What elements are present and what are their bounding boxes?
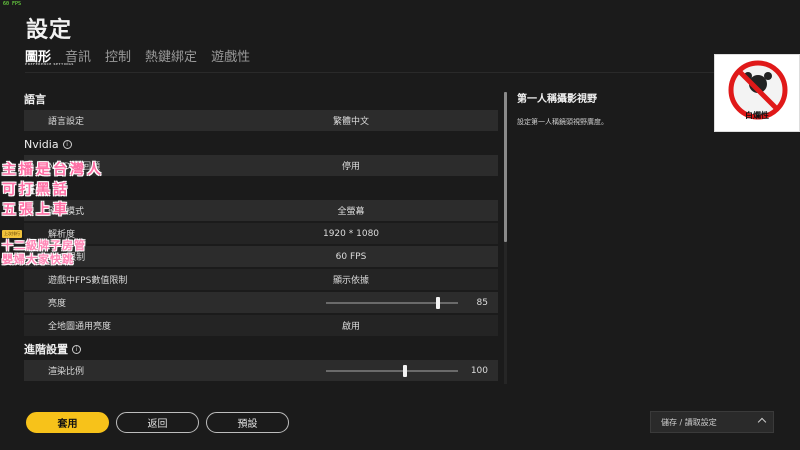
setting-label: 遊戲中FPS數值限制 xyxy=(48,276,128,286)
apply-button[interactable]: 套用 xyxy=(26,412,109,433)
setting-value: 繁體中文 xyxy=(332,117,369,127)
overlay-line-2: 可打黑話 xyxy=(2,182,70,198)
setting-value: 停用 xyxy=(341,162,360,172)
setting-label: 渲染比例 xyxy=(48,367,85,377)
description-text: 設定第一人稱鏡頭視野廣度。 xyxy=(517,118,608,126)
info-icon[interactable]: i xyxy=(72,344,81,354)
slider-track[interactable] xyxy=(326,364,458,377)
tab-divider xyxy=(25,72,785,73)
overlay-line-5: 嬰婦大家快跳 xyxy=(2,253,74,266)
default-button[interactable]: 預設 xyxy=(206,412,289,433)
fps-counter: 60 FPS xyxy=(3,1,22,7)
slider-thumb[interactable] xyxy=(403,364,408,377)
overlay-line-4: 十二級牌子房管 xyxy=(2,239,86,252)
setting-label: 亮度 xyxy=(48,299,67,309)
scrollbar-thumb[interactable] xyxy=(504,92,507,242)
setting-row-ingame-fps-limit[interactable]: 遊戲中FPS數值限制 顯示依據 xyxy=(24,269,498,290)
overlay-badge: 上次排行 xyxy=(2,230,22,238)
slider-value: 100 xyxy=(470,365,488,376)
tab-gameplay[interactable]: 遊戲性 xyxy=(211,46,250,73)
tab-graphics[interactable]: 圖形 PREFERENCE SETTINGS xyxy=(25,46,73,73)
page-title: 設定 xyxy=(26,18,73,43)
render-scale-slider[interactable]: 100 xyxy=(224,364,498,377)
setting-label: 全地圖通用亮度 xyxy=(48,322,112,332)
tab-controls[interactable]: 控制 xyxy=(105,46,131,73)
stream-logo-label: 白爛性 xyxy=(745,111,769,120)
overlay-line-1: 主播是台灣人 xyxy=(2,162,104,178)
section-title-nvidia-label: Nvidia xyxy=(24,137,59,151)
settings-scrollbar[interactable] xyxy=(504,92,507,384)
setting-row-language[interactable]: 語言設定 繁體中文 xyxy=(24,110,498,131)
info-icon[interactable]: i xyxy=(62,139,72,149)
slider-value: 85 xyxy=(476,297,488,308)
tab-audio[interactable]: 音訊 xyxy=(65,46,91,73)
section-title-advanced: 進階設置 i xyxy=(24,338,498,360)
setting-label: 語言設定 xyxy=(48,117,85,127)
slider-thumb[interactable] xyxy=(436,296,441,309)
section-title-nvidia: Nvidia i xyxy=(24,133,498,155)
tab-bar: 圖形 PREFERENCE SETTINGS 音訊 控制 熱鍵綁定 遊戲性 xyxy=(25,46,250,73)
stream-overlay: 主播是台灣人 可打黑話 五張上車 上次排行 十二級牌子房管 嬰婦大家快跳 xyxy=(2,160,152,267)
chevron-up-icon xyxy=(757,417,767,427)
setting-row-render-scale[interactable]: 渲染比例 100 xyxy=(24,360,498,381)
section-title-language: 語言 xyxy=(24,93,46,106)
setting-value: 全螢幕 xyxy=(337,207,365,217)
setting-value: 顯示依據 xyxy=(332,276,369,286)
save-load-dropdown[interactable]: 儲存 / 讀取設定 xyxy=(650,411,774,433)
setting-value: 1920 * 1080 xyxy=(322,228,380,239)
setting-row-map-brightness[interactable]: 全地圖通用亮度 啟用 xyxy=(24,315,498,336)
setting-value: 60 FPS xyxy=(335,251,367,262)
slider-track[interactable] xyxy=(326,296,458,309)
save-load-label: 儲存 / 讀取設定 xyxy=(661,417,717,427)
no-symbol-icon xyxy=(728,60,788,120)
tab-keybinds[interactable]: 熱鍵綁定 xyxy=(145,46,197,73)
section-title-advanced-label: 進階設置 xyxy=(24,343,68,356)
overlay-line-3: 五張上車 xyxy=(2,202,70,218)
brightness-slider[interactable]: 85 xyxy=(224,296,498,309)
description-title: 第一人稱攝影視野 xyxy=(517,94,597,105)
stream-logo: 白爛性 xyxy=(714,54,800,132)
back-button[interactable]: 返回 xyxy=(116,412,199,433)
setting-row-brightness[interactable]: 亮度 85 xyxy=(24,292,498,313)
setting-value: 啟用 xyxy=(341,322,360,332)
